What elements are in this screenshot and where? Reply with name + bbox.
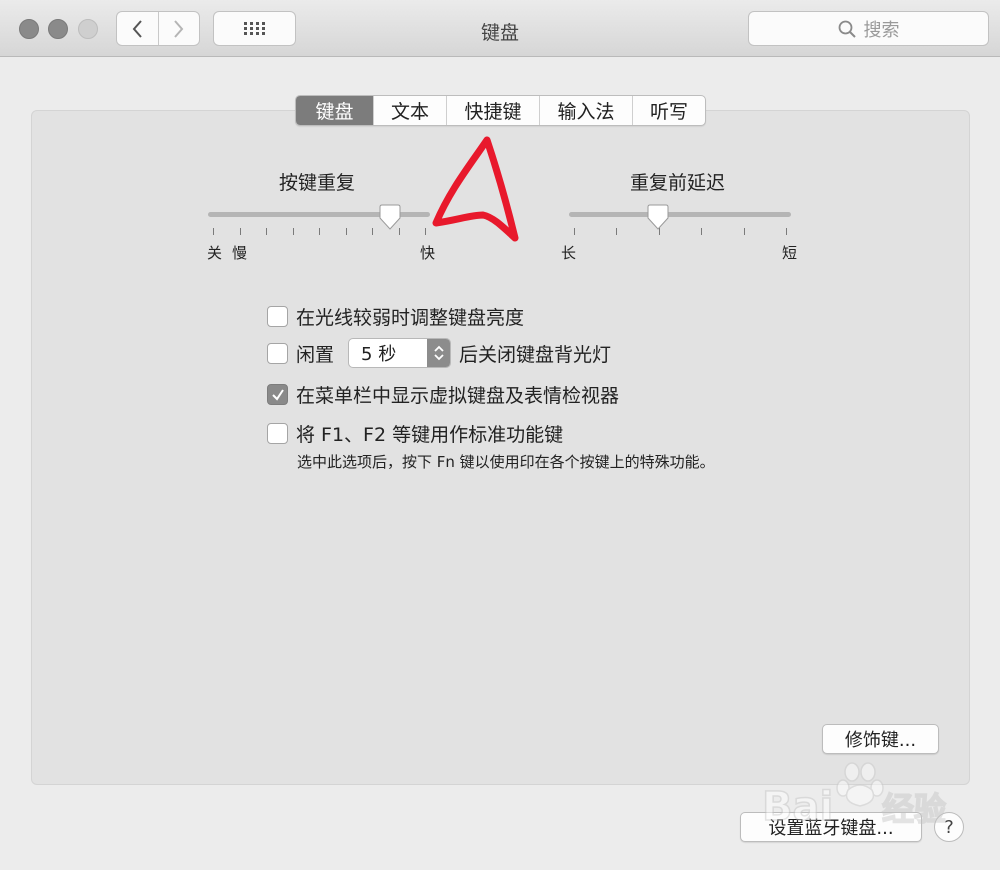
tab-shortcuts[interactable]: 快捷键 xyxy=(446,96,539,125)
grid-icon xyxy=(243,21,265,35)
tab-input-sources[interactable]: 输入法 xyxy=(539,96,632,125)
window-title: 键盘 xyxy=(480,22,519,44)
backlight-idle-select[interactable]: 5 秒 xyxy=(348,338,452,368)
chevron-left-icon xyxy=(132,19,143,38)
slider-tick xyxy=(345,228,347,235)
search-icon xyxy=(838,20,856,38)
adjust-brightness-label: 在光线较弱时调整键盘亮度 xyxy=(296,307,525,329)
slider-tick xyxy=(239,228,241,235)
adjust-brightness-checkbox[interactable] xyxy=(267,306,288,327)
navigation-group xyxy=(116,11,200,46)
watermark-text: Bai xyxy=(762,784,833,830)
fn-keys-label: 将 F1、F2 等键用作标准功能键 xyxy=(296,424,564,446)
slider-tick xyxy=(319,228,320,235)
slider-tick xyxy=(574,228,575,235)
chevron-up-down-icon xyxy=(427,339,451,367)
back-button[interactable] xyxy=(117,12,158,45)
chevron-right-icon xyxy=(173,19,184,38)
show-viewer-label: 在菜单栏中显示虚拟键盘及表情检视器 xyxy=(296,385,620,407)
forward-button[interactable] xyxy=(157,12,200,45)
key-repeat-fast-label: 快 xyxy=(420,244,436,262)
slider-tick xyxy=(743,228,745,235)
tab-keyboard[interactable]: 键盘 xyxy=(296,96,373,125)
fn-keys-description: 选中此选项后，按下 Fn 键以使用印在各个按键上的特殊功能。 xyxy=(297,453,715,471)
minimize-window-button[interactable] xyxy=(48,19,68,39)
close-window-button[interactable] xyxy=(19,19,39,39)
backlight-idle-label: 闲置 xyxy=(296,343,335,366)
delay-long-label: 长 xyxy=(561,244,577,262)
zoom-window-button[interactable] xyxy=(78,19,98,39)
backlight-idle-value: 5 秒 xyxy=(361,344,397,365)
delay-until-repeat-label: 重复前延迟 xyxy=(630,172,726,194)
backlight-off-suffix-label: 后关闭键盘背光灯 xyxy=(459,343,612,366)
modifier-keys-button[interactable]: 修饰键... xyxy=(822,724,939,754)
watermark-cn-text: 经验 xyxy=(882,790,946,828)
delay-until-repeat-track[interactable] xyxy=(569,212,791,217)
tab-dictation[interactable]: 听写 xyxy=(632,96,705,125)
key-repeat-knob[interactable] xyxy=(377,204,403,230)
option-fn-keys: 将 F1、F2 等键用作标准功能键 xyxy=(267,420,563,447)
key-repeat-label: 按键重复 xyxy=(279,172,356,194)
annotation-arrow-icon xyxy=(432,136,519,242)
fn-keys-checkbox[interactable] xyxy=(267,423,288,444)
key-repeat-slow-label: 慢 xyxy=(232,244,248,262)
option-backlight-off: 闲置 5 秒 后关闭键盘背光灯 xyxy=(267,338,611,368)
slider-tick xyxy=(372,228,373,235)
search-placeholder: 搜索 xyxy=(863,19,900,41)
slider-tick xyxy=(266,228,267,235)
delay-until-repeat-knob[interactable] xyxy=(645,204,671,230)
checkmark-icon xyxy=(271,388,284,401)
title-bar: 键盘 搜索 xyxy=(0,0,1000,57)
show-all-button[interactable] xyxy=(213,11,296,46)
tab-bar: 键盘 文本 快捷键 输入法 听写 xyxy=(295,95,706,126)
slider-tick xyxy=(213,228,214,235)
slider-tick xyxy=(786,228,787,235)
search-field[interactable]: 搜索 xyxy=(748,11,989,46)
option-adjust-brightness: 在光线较弱时调整键盘亮度 xyxy=(267,303,524,330)
slider-tick xyxy=(292,228,294,235)
tab-text[interactable]: 文本 xyxy=(373,96,446,125)
key-repeat-off-label: 关 xyxy=(207,244,223,262)
backlight-off-checkbox[interactable] xyxy=(267,342,288,364)
delay-short-label: 短 xyxy=(782,244,798,262)
slider-tick xyxy=(616,228,618,235)
option-show-viewer: 在菜单栏中显示虚拟键盘及表情检视器 xyxy=(267,381,619,408)
slider-tick xyxy=(701,228,703,235)
watermark-logo-icon: Bai 经验 xyxy=(761,762,947,831)
show-viewer-checkbox[interactable] xyxy=(267,384,288,405)
